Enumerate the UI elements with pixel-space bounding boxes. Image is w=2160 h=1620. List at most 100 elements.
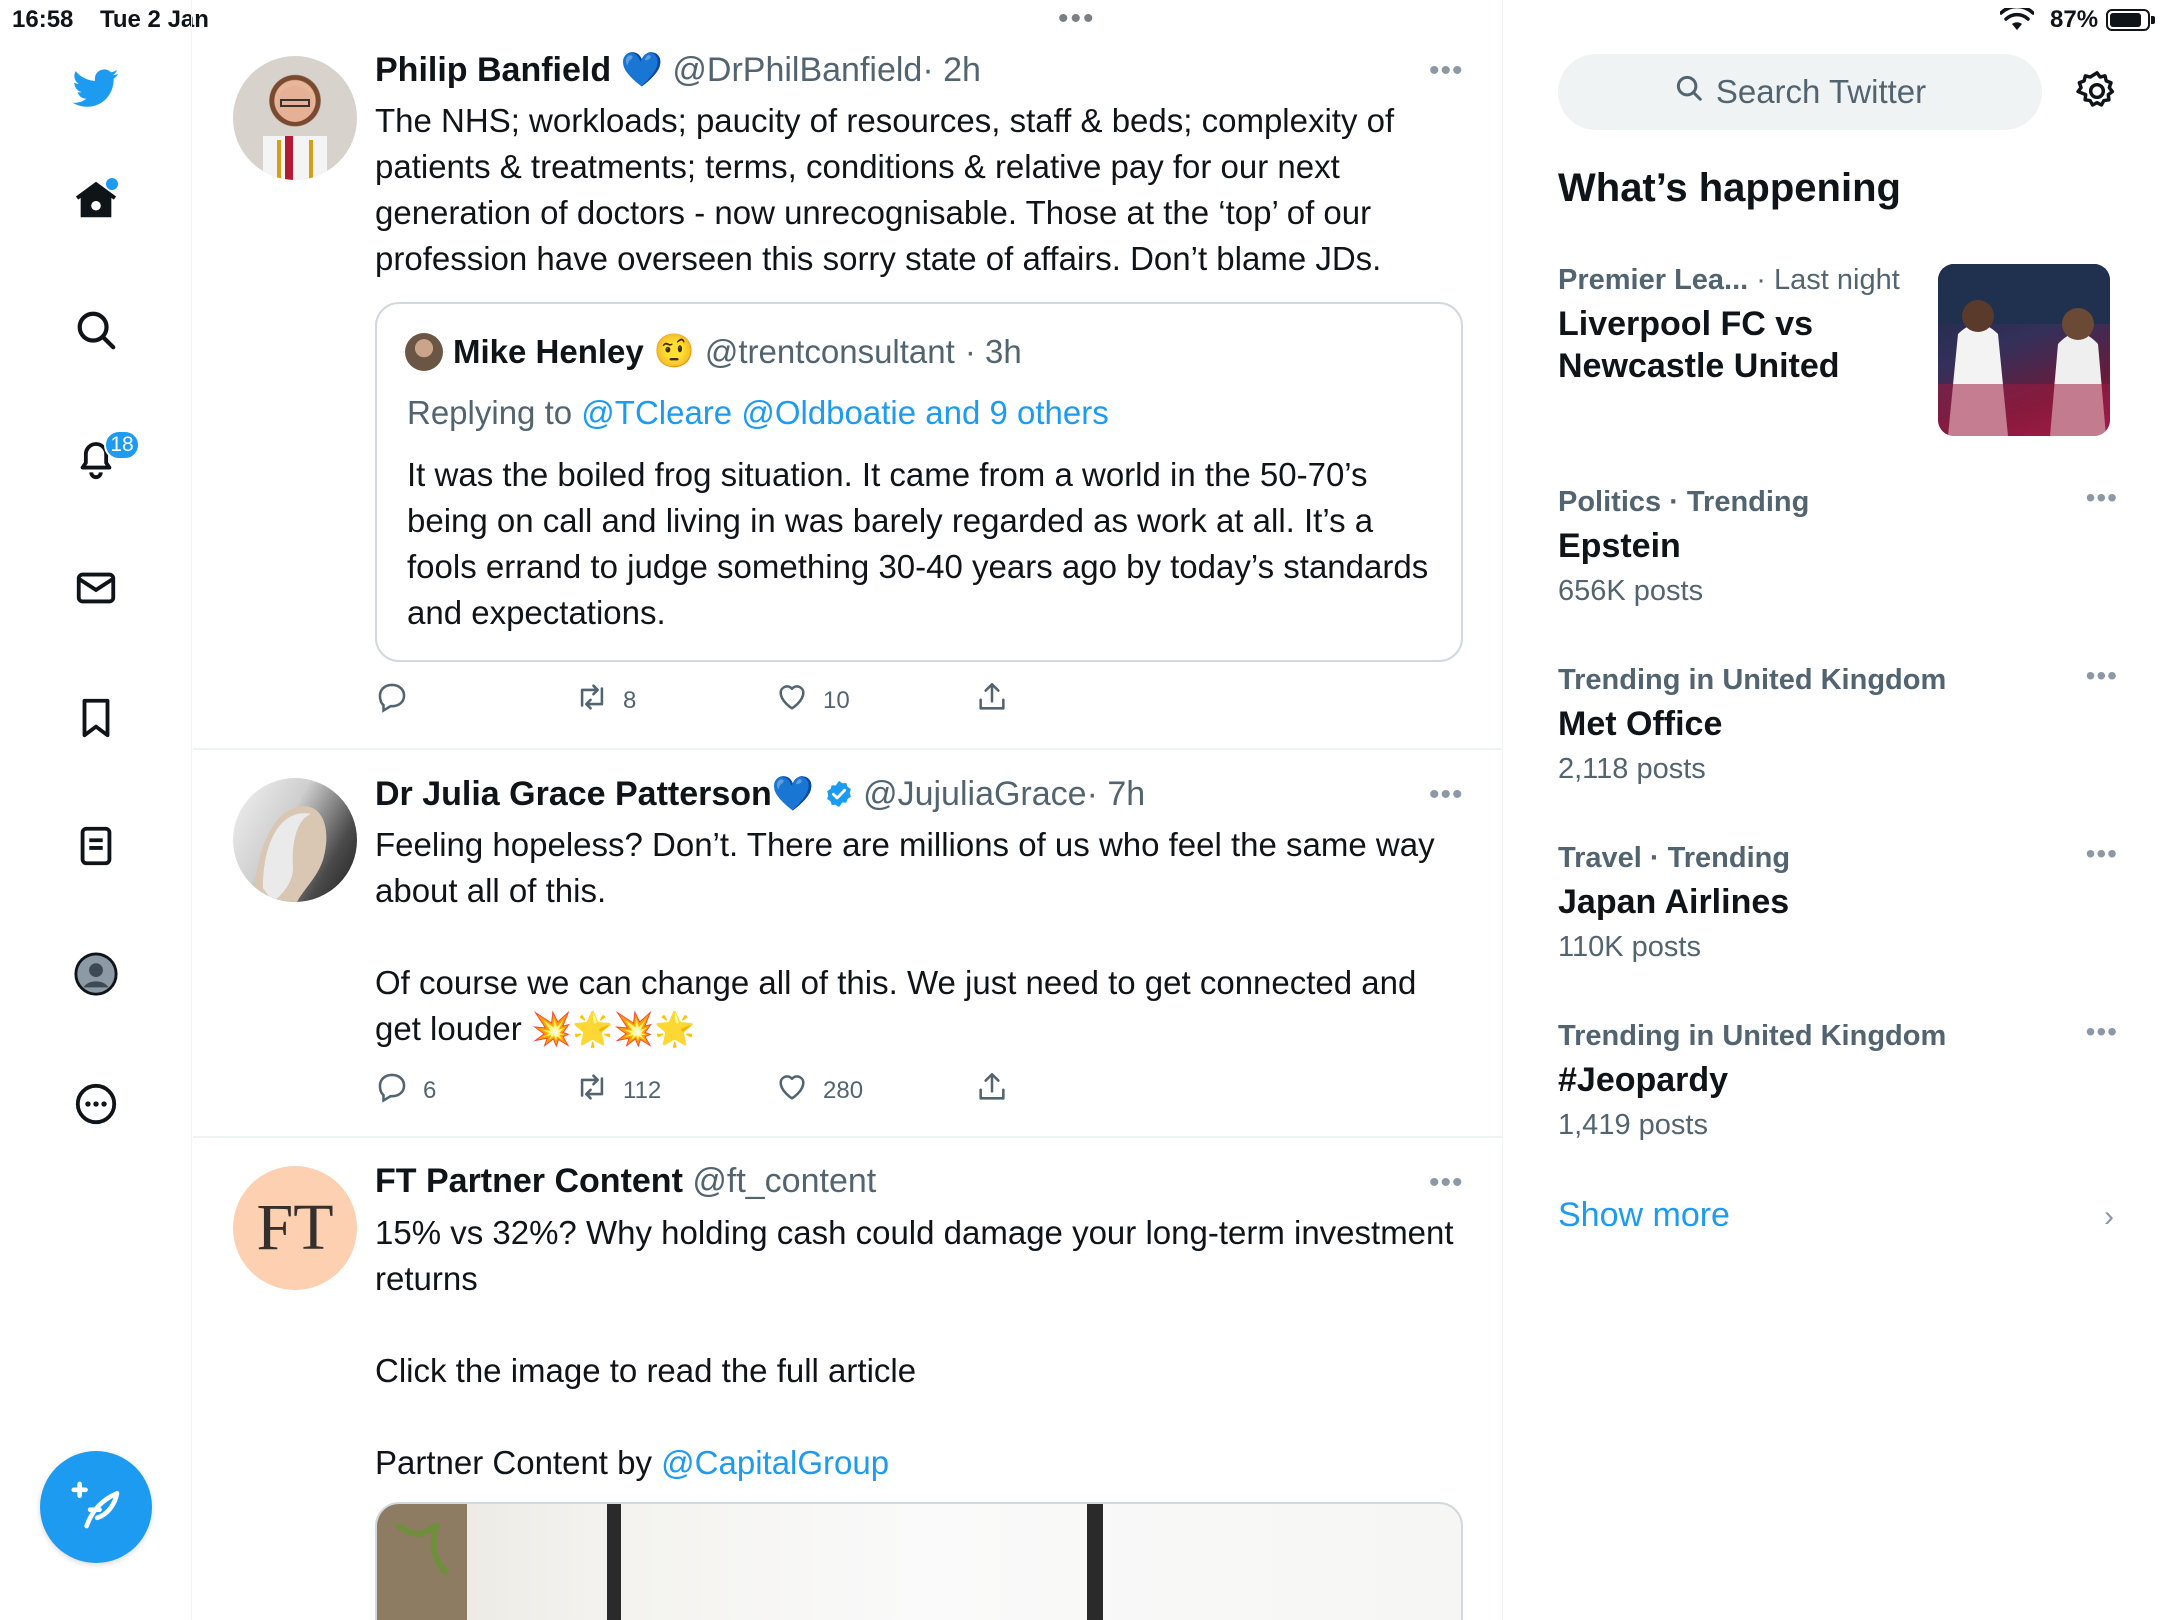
retweet-icon xyxy=(575,680,609,721)
share-icon xyxy=(975,680,1009,721)
reply-button[interactable] xyxy=(375,680,423,721)
trend-more-icon[interactable]: ••• xyxy=(2086,838,2118,870)
share-button[interactable] xyxy=(975,680,1009,721)
reply-button[interactable]: 6 xyxy=(375,1070,436,1111)
trend-category: Trending in United Kingdom xyxy=(1558,664,1947,696)
avatar[interactable] xyxy=(233,56,357,180)
like-count: 10 xyxy=(823,686,850,714)
tweet-time[interactable]: · 7h xyxy=(1087,775,1146,813)
replying-to-label: Replying to xyxy=(407,394,573,431)
quoted-tweet-text: It was the boiled frog situation. It cam… xyxy=(407,456,1429,631)
tweet-actions: 8 10 xyxy=(375,680,1375,720)
reply-count: 6 xyxy=(423,1076,437,1104)
tweet-more-icon[interactable]: ••• xyxy=(1429,778,1464,812)
share-button[interactable] xyxy=(975,1070,1009,1111)
trend-title: Met Office xyxy=(1558,705,1723,743)
replying-to-links[interactable]: @TCleare @Oldboatie and 9 others xyxy=(581,394,1108,431)
trend-title: Liverpool FC vs Newcastle United xyxy=(1558,305,1840,385)
timeline: Philip Banfield 💙 @DrPhilBanfield· 2h ••… xyxy=(193,0,1503,1620)
tweet-time[interactable]: · 2h xyxy=(922,51,981,89)
trend-more-icon[interactable]: ••• xyxy=(2086,482,2118,514)
trend-category: Politics · Trending xyxy=(1558,486,1810,518)
left-nav: 18 xyxy=(0,0,192,1620)
search-input[interactable]: Search Twitter xyxy=(1558,54,2042,130)
trend-thumbnail-image[interactable] xyxy=(1938,264,2110,436)
trend-item[interactable]: Trending in United Kingdom #Jeopardy 1,4… xyxy=(1558,1016,2118,1142)
trend-time: · Last night xyxy=(1756,264,1900,296)
heart-badge-icon: 💙 xyxy=(771,775,815,813)
settings-gear-icon[interactable] xyxy=(2074,68,2120,119)
trend-more-icon[interactable]: ••• xyxy=(2086,1016,2118,1048)
retweet-count: 8 xyxy=(623,686,637,714)
tweet-more-icon[interactable]: ••• xyxy=(1429,1166,1464,1200)
retweet-button[interactable]: 8 xyxy=(575,680,636,721)
author-handle[interactable]: @ft_content xyxy=(692,1162,876,1200)
nav-home[interactable] xyxy=(66,172,126,232)
like-button[interactable]: 10 xyxy=(775,680,850,721)
avatar xyxy=(405,332,443,371)
author-handle[interactable]: @DrPhilBanfield xyxy=(672,51,922,89)
replying-to: Replying to @TCleare @Oldboatie and 9 ot… xyxy=(407,394,1109,432)
list-icon xyxy=(73,823,119,874)
author-name[interactable]: FT Partner Content xyxy=(375,1162,683,1200)
tweet-text-body: 15% vs 32%? Why holding cash could damag… xyxy=(375,1214,1454,1481)
trend-category: Travel · Trending xyxy=(1558,842,1791,874)
retweet-icon xyxy=(575,1070,609,1111)
search-icon xyxy=(73,307,119,358)
trend-item[interactable]: Politics · Trending Epstein 656K posts •… xyxy=(1558,482,2118,608)
trend-item[interactable]: Travel · Trending Japan Airlines 110K po… xyxy=(1558,838,2118,964)
quoted-author-name: Mike Henley xyxy=(453,332,644,370)
tweet-media-image[interactable] xyxy=(375,1502,1463,1620)
author-handle[interactable]: @JujuliaGrace xyxy=(863,775,1087,813)
whats-happening-heading: What’s happening xyxy=(1558,166,1901,210)
author-name[interactable]: Dr Julia Grace Patterson xyxy=(375,775,772,813)
tweet[interactable]: FT FT Partner Content @ft_content ••• 15… xyxy=(193,1138,1503,1620)
trend-count: 2,118 posts xyxy=(1558,753,1706,785)
trend-title: #Jeopardy xyxy=(1558,1061,1729,1099)
reply-icon xyxy=(375,680,409,721)
mail-icon xyxy=(73,565,119,616)
trend-count: 110K posts xyxy=(1558,931,1701,963)
reply-icon xyxy=(375,1070,409,1111)
quoted-author-handle: @trentconsultant xyxy=(704,332,955,370)
twitter-logo-icon[interactable] xyxy=(66,58,126,118)
trend-item[interactable]: Trending in United Kingdom Met Office 2,… xyxy=(1558,660,2118,786)
trend-category: Premier Lea... xyxy=(1558,264,1749,296)
notification-badge: 18 xyxy=(104,430,140,460)
retweet-button[interactable]: 112 xyxy=(575,1070,661,1111)
tweet[interactable]: Philip Banfield 💙 @DrPhilBanfield· 2h ••… xyxy=(193,0,1503,750)
trend-more-icon[interactable]: ••• xyxy=(2086,660,2118,692)
mention-link[interactable]: @CapitalGroup xyxy=(661,1444,889,1481)
avatar-text: FT xyxy=(256,1191,334,1264)
share-icon xyxy=(975,1070,1009,1111)
nav-explore[interactable] xyxy=(66,302,126,362)
search-placeholder: Search Twitter xyxy=(1715,73,1927,110)
compose-tweet-button[interactable] xyxy=(40,1451,152,1563)
nav-lists[interactable] xyxy=(66,818,126,878)
trend-count: 656K posts xyxy=(1558,575,1704,607)
search-icon xyxy=(1674,73,1704,111)
nav-bookmarks[interactable] xyxy=(66,690,126,750)
heart-icon xyxy=(775,1070,809,1111)
right-sidebar: Search Twitter What’s happening Premier … xyxy=(1504,0,2160,1620)
tweet-text: Feeling hopeless? Don’t. There are milli… xyxy=(375,826,1435,1047)
profile-avatar-icon xyxy=(73,951,119,1002)
chevron-right-icon[interactable]: › xyxy=(2104,1200,2114,1234)
nav-notifications[interactable]: 18 xyxy=(66,430,140,490)
show-more-link[interactable]: Show more xyxy=(1558,1196,1730,1235)
nav-more[interactable] xyxy=(66,1076,126,1136)
retweet-count: 112 xyxy=(623,1076,662,1104)
trend-title: Epstein xyxy=(1558,527,1681,565)
emoji: 🤨 xyxy=(653,332,695,369)
like-button[interactable]: 280 xyxy=(775,1070,863,1111)
avatar[interactable]: FT xyxy=(233,1166,357,1290)
quoted-tweet-time: · 3h xyxy=(964,332,1022,370)
nav-profile[interactable] xyxy=(66,946,126,1006)
tweet-more-icon[interactable]: ••• xyxy=(1429,54,1464,88)
author-name[interactable]: Philip Banfield xyxy=(375,51,611,89)
nav-messages[interactable] xyxy=(66,560,126,620)
avatar[interactable] xyxy=(233,778,357,902)
quoted-tweet[interactable]: Mike Henley 🤨 @trentconsultant · 3h Reply… xyxy=(375,302,1463,662)
tweet[interactable]: Dr Julia Grace Patterson💙 @JujuliaGrace·… xyxy=(193,750,1503,1138)
verified-icon xyxy=(824,775,854,813)
